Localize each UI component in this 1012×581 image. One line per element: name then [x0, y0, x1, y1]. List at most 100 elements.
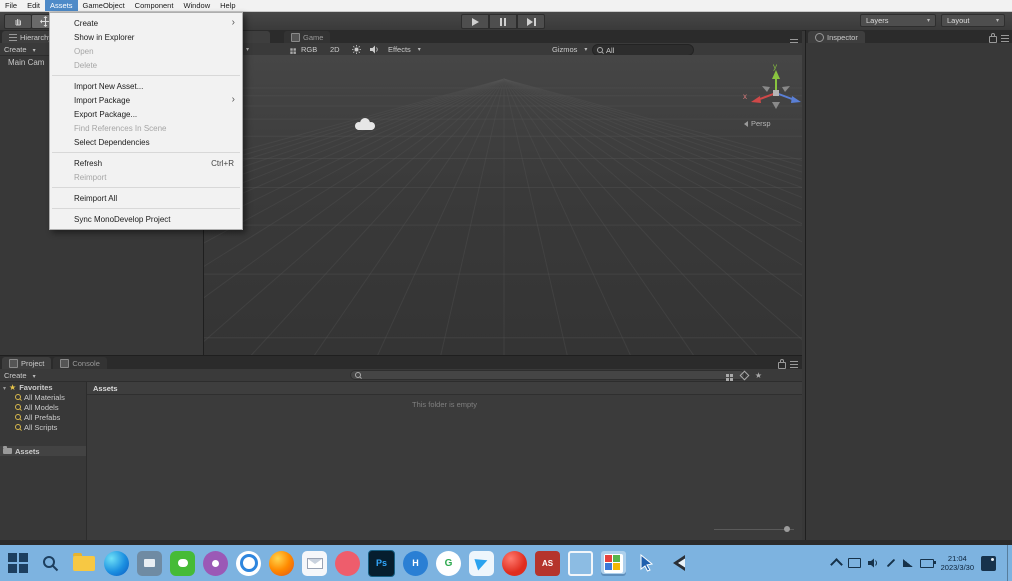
- firefox-icon[interactable]: [269, 550, 294, 576]
- inspector-panel: Inspector: [805, 30, 1012, 540]
- icon-size-slider[interactable]: [714, 525, 794, 533]
- unity-app-icon[interactable]: [667, 551, 692, 576]
- photoshop-icon[interactable]: Ps: [368, 549, 395, 577]
- project-menu-icon[interactable]: [790, 360, 798, 368]
- menu-item-create[interactable]: Create: [50, 16, 242, 30]
- app-icon-plane[interactable]: [469, 550, 494, 576]
- pause-button[interactable]: [489, 14, 517, 29]
- app-icon-pink[interactable]: [335, 550, 360, 576]
- taskbar-clock[interactable]: 21:04 2023/3/30: [941, 554, 974, 572]
- saved-search-icon: [15, 414, 21, 420]
- file-explorer-icon[interactable]: [71, 551, 96, 576]
- hand-tool-button[interactable]: [4, 14, 32, 29]
- play-button[interactable]: [461, 14, 489, 29]
- tab-console[interactable]: Console: [53, 357, 107, 369]
- menu-item-import-package[interactable]: Import Package: [50, 93, 242, 107]
- menu-item-reimport-all[interactable]: Reimport All: [50, 191, 242, 205]
- scene-lighting-toggle[interactable]: [352, 44, 361, 54]
- assets-folder-item[interactable]: Assets: [0, 446, 86, 456]
- pointer-app-icon[interactable]: [634, 551, 659, 576]
- show-desktop-button[interactable]: [1007, 545, 1012, 581]
- slider-knob[interactable]: [784, 526, 790, 532]
- console-tab-label: Console: [72, 358, 100, 368]
- menu-item-sync-monodevelop[interactable]: Sync MonoDevelop Project: [50, 212, 242, 226]
- favorite-all-prefabs[interactable]: All Prefabs: [12, 412, 86, 422]
- cloud-object[interactable]: [352, 117, 378, 132]
- menu-help[interactable]: Help: [215, 0, 240, 11]
- app-icon-red[interactable]: [502, 550, 527, 576]
- menu-item-refresh[interactable]: Refresh Ctrl+R: [50, 156, 242, 170]
- tray-display-icon[interactable]: [847, 558, 861, 568]
- menu-item-label: Delete: [74, 60, 98, 70]
- tray-network-icon[interactable]: [902, 559, 913, 567]
- perspective-toggle[interactable]: Persp: [744, 119, 771, 128]
- orientation-gizmo[interactable]: y x z: [740, 61, 802, 119]
- menu-separator: [52, 187, 240, 188]
- layers-dropdown[interactable]: Layers: [860, 14, 936, 27]
- lock-icon[interactable]: [989, 33, 997, 43]
- app-icon-as[interactable]: AS: [535, 550, 560, 576]
- favorite-filter-icon[interactable]: [755, 371, 762, 380]
- menu-item-label: Find References In Scene: [74, 123, 167, 133]
- app-icon-purple[interactable]: [203, 550, 228, 576]
- menu-assets[interactable]: Assets: [45, 0, 78, 11]
- gizmos-dropdown[interactable]: Gizmos: [552, 44, 587, 54]
- mail-icon[interactable]: [302, 550, 327, 576]
- window-frame-icon[interactable]: [568, 550, 593, 576]
- menu-gameobject[interactable]: GameObject: [78, 0, 130, 11]
- menu-item-show-in-explorer[interactable]: Show in Explorer: [50, 30, 242, 44]
- edge-icon[interactable]: [104, 550, 129, 576]
- menu-component[interactable]: Component: [130, 0, 179, 11]
- layout-dropdown[interactable]: Layout: [941, 14, 1005, 27]
- app-glyph: [212, 559, 219, 567]
- wechat-icon[interactable]: [170, 550, 195, 576]
- project-search-input[interactable]: [350, 370, 745, 380]
- app-icon-gray[interactable]: [137, 550, 162, 576]
- render-mode-dropdown[interactable]: RGB: [290, 44, 317, 54]
- app-icon-h[interactable]: H: [403, 550, 428, 576]
- lock-icon[interactable]: [778, 359, 786, 369]
- photos-icon[interactable]: [236, 550, 261, 576]
- taskbar-search-button[interactable]: [38, 551, 63, 576]
- favorites-foldout[interactable]: Favorites: [0, 382, 86, 392]
- game-icon: [291, 32, 300, 42]
- scene-search-value: All: [606, 45, 615, 55]
- draw-mode-dropdown[interactable]: [242, 44, 249, 54]
- label-filter-icon[interactable]: [739, 370, 750, 380]
- tray-battery-icon[interactable]: [919, 558, 936, 568]
- tab-inspector[interactable]: Inspector: [808, 31, 865, 43]
- project-create-button[interactable]: Create: [4, 371, 36, 380]
- menu-item-export-package[interactable]: Export Package...: [50, 107, 242, 121]
- project-panel: Project Console Create ▾ ★ ▾ ★ Favorites…: [0, 355, 802, 541]
- search-icon: [597, 47, 603, 53]
- favorite-all-scripts[interactable]: All Scripts: [12, 422, 86, 432]
- app-icon-g[interactable]: G: [436, 550, 461, 576]
- hierarchy-create-button[interactable]: Create: [4, 45, 36, 54]
- step-button[interactable]: [517, 14, 545, 29]
- favorite-all-materials[interactable]: All Materials: [12, 392, 86, 402]
- start-button[interactable]: [5, 551, 30, 576]
- menu-item-shortcut: Ctrl+R: [211, 158, 234, 168]
- tray-pen-icon[interactable]: [886, 558, 895, 568]
- speaker-icon: [370, 45, 378, 53]
- scene-viewport[interactable]: y x z Persp: [204, 55, 802, 355]
- empty-folder-message: This folder is empty: [411, 400, 478, 409]
- menu-edit[interactable]: Edit: [22, 0, 45, 11]
- notification-icon[interactable]: [981, 555, 996, 571]
- type-filter-icon[interactable]: [725, 373, 729, 377]
- menu-window[interactable]: Window: [178, 0, 215, 11]
- tray-expand-icon[interactable]: [829, 558, 843, 571]
- tab-project[interactable]: Project: [2, 357, 52, 369]
- tab-game[interactable]: Game: [284, 31, 331, 43]
- effects-dropdown[interactable]: Effects: [388, 44, 421, 54]
- menu-item-label: Sync MonoDevelop Project: [74, 214, 171, 224]
- menu-item-select-dependencies[interactable]: Select Dependencies: [50, 135, 242, 149]
- inspector-menu-icon[interactable]: [1001, 34, 1009, 42]
- active-app-icon[interactable]: [601, 550, 626, 576]
- menu-item-import-new-asset[interactable]: Import New Asset...: [50, 79, 242, 93]
- favorite-all-models[interactable]: All Models: [12, 402, 86, 412]
- menu-file[interactable]: File: [0, 0, 22, 11]
- scene-audio-toggle[interactable]: [370, 44, 379, 54]
- tray-speaker-icon[interactable]: [867, 558, 879, 568]
- 2d-toggle[interactable]: 2D: [330, 44, 340, 54]
